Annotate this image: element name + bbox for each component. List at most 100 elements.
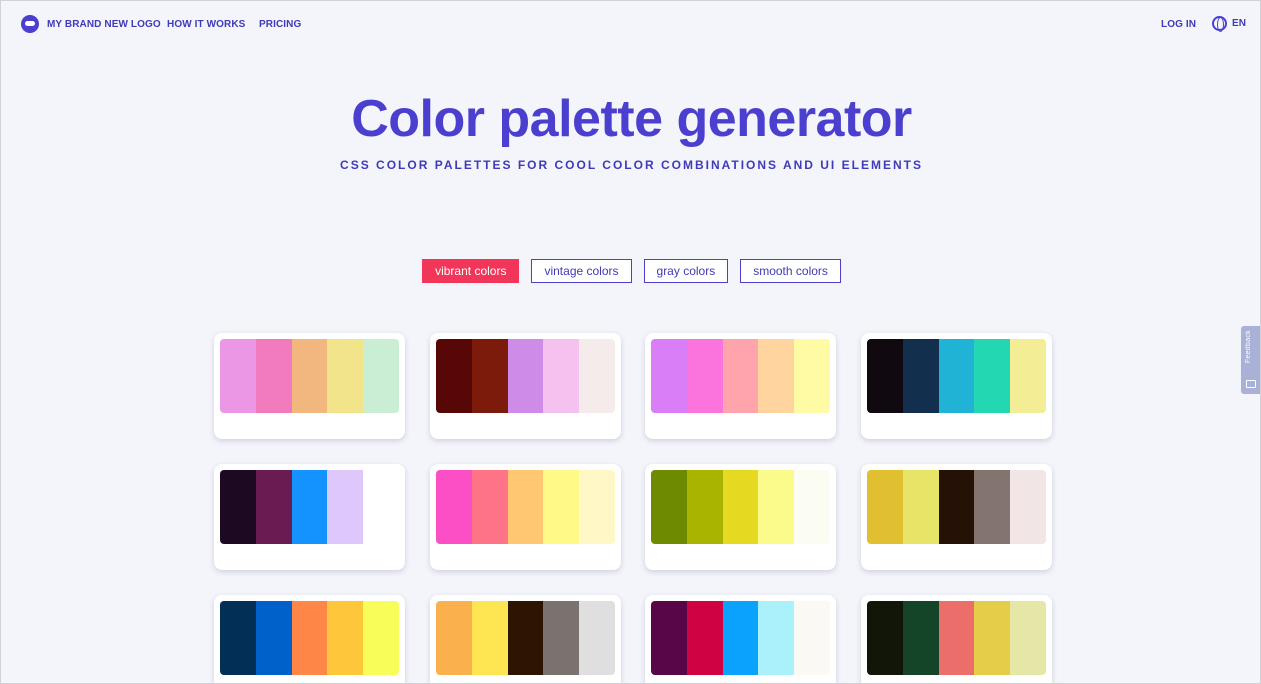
color-swatch[interactable]	[722, 470, 759, 544]
color-swatch[interactable]	[291, 470, 328, 544]
color-swatch[interactable]	[938, 470, 975, 544]
color-swatch[interactable]	[327, 470, 364, 544]
palette-card[interactable]	[430, 595, 621, 683]
color-swatch[interactable]	[974, 339, 1011, 413]
palette-swatches	[220, 339, 399, 413]
palette-card[interactable]	[430, 333, 621, 439]
color-swatch[interactable]	[543, 601, 580, 675]
palette-swatches	[651, 339, 830, 413]
color-swatch[interactable]	[722, 601, 759, 675]
palette-card[interactable]	[214, 464, 405, 570]
color-swatch[interactable]	[686, 470, 723, 544]
palette-card[interactable]	[861, 595, 1052, 683]
palette-swatches	[436, 470, 615, 544]
palette-card[interactable]	[214, 595, 405, 683]
color-swatch[interactable]	[363, 470, 399, 544]
globe-icon	[1212, 16, 1227, 32]
color-swatch[interactable]	[436, 601, 472, 675]
login-link[interactable]: LOG IN	[1161, 19, 1196, 30]
color-swatch[interactable]	[651, 601, 687, 675]
color-swatch[interactable]	[507, 470, 544, 544]
color-swatch[interactable]	[255, 339, 292, 413]
color-swatch[interactable]	[867, 339, 903, 413]
color-swatch[interactable]	[220, 339, 256, 413]
palette-swatches	[651, 470, 830, 544]
color-swatch[interactable]	[794, 601, 830, 675]
color-swatch[interactable]	[758, 601, 795, 675]
color-swatch[interactable]	[220, 601, 256, 675]
color-swatch[interactable]	[471, 601, 508, 675]
color-swatch[interactable]	[363, 601, 399, 675]
palette-card[interactable]	[645, 464, 836, 570]
color-swatch[interactable]	[794, 339, 830, 413]
logo-icon	[21, 15, 39, 33]
color-swatch[interactable]	[902, 470, 939, 544]
color-swatch[interactable]	[1010, 470, 1046, 544]
color-swatch[interactable]	[686, 339, 723, 413]
palette-swatches	[867, 339, 1046, 413]
color-swatch[interactable]	[255, 470, 292, 544]
color-swatch[interactable]	[974, 470, 1011, 544]
filter-tabs: vibrant colors vintage colors gray color…	[1, 259, 1260, 283]
color-swatch[interactable]	[902, 601, 939, 675]
palette-card[interactable]	[214, 333, 405, 439]
palette-card[interactable]	[645, 595, 836, 683]
color-swatch[interactable]	[327, 339, 364, 413]
palette-swatches	[436, 601, 615, 675]
color-swatch[interactable]	[579, 470, 615, 544]
color-swatch[interactable]	[436, 470, 472, 544]
color-swatch[interactable]	[758, 470, 795, 544]
color-swatch[interactable]	[363, 339, 399, 413]
color-swatch[interactable]	[794, 470, 830, 544]
palette-swatches	[436, 339, 615, 413]
color-swatch[interactable]	[758, 339, 795, 413]
color-swatch[interactable]	[507, 339, 544, 413]
filter-vintage[interactable]: vintage colors	[531, 259, 632, 283]
color-swatch[interactable]	[471, 470, 508, 544]
palette-swatches	[220, 470, 399, 544]
color-swatch[interactable]	[938, 601, 975, 675]
color-swatch[interactable]	[938, 339, 975, 413]
color-swatch[interactable]	[651, 339, 687, 413]
color-swatch[interactable]	[507, 601, 544, 675]
color-swatch[interactable]	[543, 339, 580, 413]
palette-swatches	[220, 601, 399, 675]
filter-gray[interactable]: gray colors	[643, 259, 729, 283]
color-swatch[interactable]	[974, 601, 1011, 675]
color-swatch[interactable]	[291, 339, 328, 413]
color-swatch[interactable]	[255, 601, 292, 675]
color-swatch[interactable]	[436, 339, 472, 413]
filter-smooth[interactable]: smooth colors	[740, 259, 841, 283]
color-swatch[interactable]	[867, 470, 903, 544]
palette-card[interactable]	[861, 464, 1052, 570]
brand-name: MY BRAND NEW LOGO	[47, 18, 161, 30]
filter-vibrant[interactable]: vibrant colors	[422, 259, 520, 283]
color-swatch[interactable]	[471, 339, 508, 413]
palette-swatches	[651, 601, 830, 675]
palette-card[interactable]	[645, 333, 836, 439]
color-swatch[interactable]	[543, 470, 580, 544]
page-title: Color palette generator	[351, 90, 912, 148]
palette-card[interactable]	[861, 333, 1052, 439]
color-swatch[interactable]	[902, 339, 939, 413]
color-swatch[interactable]	[1010, 601, 1046, 675]
brand-link[interactable]: MY BRAND NEW LOGO	[21, 15, 161, 33]
palette-card[interactable]	[430, 464, 621, 570]
color-swatch[interactable]	[291, 601, 328, 675]
color-swatch[interactable]	[579, 339, 615, 413]
color-swatch[interactable]	[579, 601, 615, 675]
language-label: EN	[1232, 18, 1247, 29]
color-swatch[interactable]	[867, 601, 903, 675]
color-swatch[interactable]	[686, 601, 723, 675]
feedback-tab[interactable]: Feedback	[1241, 326, 1260, 394]
top-nav: MY BRAND NEW LOGO HOW IT WORKS PRICING L…	[1, 1, 1260, 47]
nav-how-it-works[interactable]: HOW IT WORKS	[167, 19, 245, 30]
nav-pricing[interactable]: PRICING	[259, 19, 301, 30]
color-swatch[interactable]	[220, 470, 256, 544]
color-swatch[interactable]	[1010, 339, 1046, 413]
color-swatch[interactable]	[722, 339, 759, 413]
page-subtitle: CSS COLOR PALETTES FOR COOL COLOR COMBIN…	[340, 158, 923, 172]
language-selector[interactable]: EN	[1212, 16, 1247, 32]
color-swatch[interactable]	[651, 470, 687, 544]
color-swatch[interactable]	[327, 601, 364, 675]
